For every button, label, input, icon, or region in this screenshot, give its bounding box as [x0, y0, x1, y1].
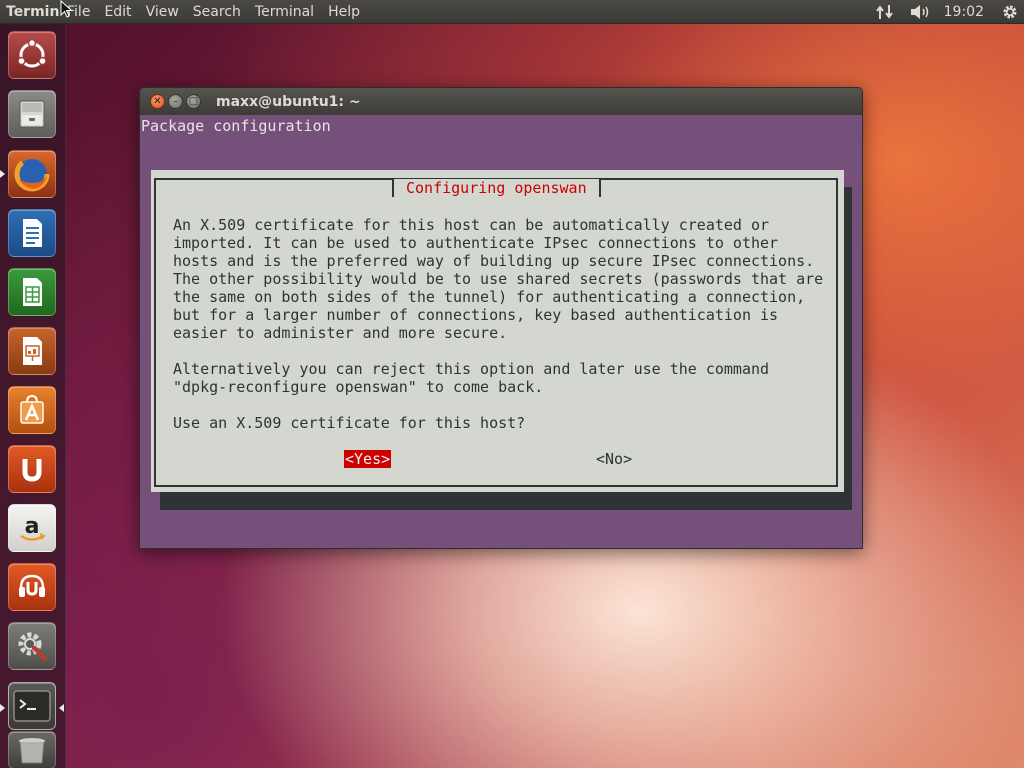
launcher-calc[interactable] — [8, 268, 56, 316]
impress-presentation-icon — [23, 337, 42, 365]
launcher-trash[interactable] — [8, 731, 56, 768]
dialog-body: An X.509 certificate for this host can b… — [173, 216, 824, 432]
volume-icon[interactable] — [902, 4, 938, 20]
writer-document-icon — [23, 219, 42, 247]
close-icon[interactable]: ✕ — [150, 94, 165, 109]
launcher-firefox[interactable] — [8, 150, 56, 198]
maximize-icon[interactable]: □ — [186, 94, 201, 109]
window-titlebar[interactable]: ✕ – □ maxx@ubuntu1: ~ — [140, 88, 862, 115]
file-cabinet-icon — [19, 100, 45, 128]
launcher-system-settings[interactable] — [8, 622, 56, 670]
ubuntu-logo-icon — [17, 38, 47, 68]
launcher-amazon[interactable]: a — [8, 504, 56, 552]
window-title: maxx@ubuntu1: ~ — [216, 93, 361, 110]
dialog-frame: Configuring openswan An X.509 certificat… — [154, 178, 838, 487]
launcher-impress[interactable] — [8, 327, 56, 375]
launcher: a — [0, 24, 66, 768]
indicator-area: 19:02 — [868, 0, 1024, 24]
launcher-writer[interactable] — [8, 209, 56, 257]
ubuntu-one-music-icon — [19, 574, 45, 597]
no-button[interactable]: <No> — [596, 450, 632, 468]
package-configuration-header: Package configuration — [141, 117, 331, 135]
dialog-title: Configuring openswan — [392, 179, 601, 197]
menu-edit[interactable]: Edit — [97, 4, 138, 20]
menu-help[interactable]: Help — [321, 4, 367, 20]
firefox-icon — [14, 156, 50, 192]
ubuntu-one-icon — [22, 459, 42, 482]
menu-search[interactable]: Search — [186, 4, 248, 20]
running-indicator — [0, 170, 5, 178]
calc-spreadsheet-icon — [23, 278, 42, 306]
launcher-ubuntu-one-music[interactable] — [8, 563, 56, 611]
launcher-terminal[interactable] — [8, 682, 56, 730]
svg-text:a: a — [25, 514, 40, 539]
mouse-pointer-icon — [60, 0, 73, 18]
launcher-ubuntu-one[interactable] — [8, 445, 56, 493]
trash-icon — [19, 738, 45, 764]
terminal-icon — [13, 690, 51, 722]
app-name: Terminal — [6, 3, 60, 20]
terminal-area[interactable]: Package configuration Configuring opensw… — [140, 115, 862, 548]
debconf-dialog: Configuring openswan An X.509 certificat… — [151, 170, 844, 492]
top-panel: Terminal File Edit View Search Terminal … — [0, 0, 1024, 24]
menu-terminal[interactable]: Terminal — [248, 4, 321, 20]
shopping-bag-icon — [20, 394, 44, 424]
terminal-window: ✕ – □ maxx@ubuntu1: ~ Package configurat… — [139, 87, 863, 549]
focused-indicator — [59, 704, 64, 712]
launcher-software-center[interactable] — [8, 386, 56, 434]
settings-tools-icon — [18, 632, 47, 661]
menubar: File Edit View Search Terminal Help — [60, 4, 367, 20]
minimize-icon[interactable]: – — [168, 94, 183, 109]
gear-icon[interactable] — [994, 4, 1024, 20]
network-icon[interactable] — [868, 4, 902, 20]
clock[interactable]: 19:02 — [938, 4, 994, 20]
launcher-dash-home[interactable] — [8, 31, 56, 79]
running-indicator — [0, 704, 5, 712]
yes-button[interactable]: <Yes> — [344, 450, 392, 468]
amazon-icon: a — [20, 514, 46, 541]
launcher-files[interactable] — [8, 90, 56, 138]
menu-view[interactable]: View — [139, 4, 186, 20]
